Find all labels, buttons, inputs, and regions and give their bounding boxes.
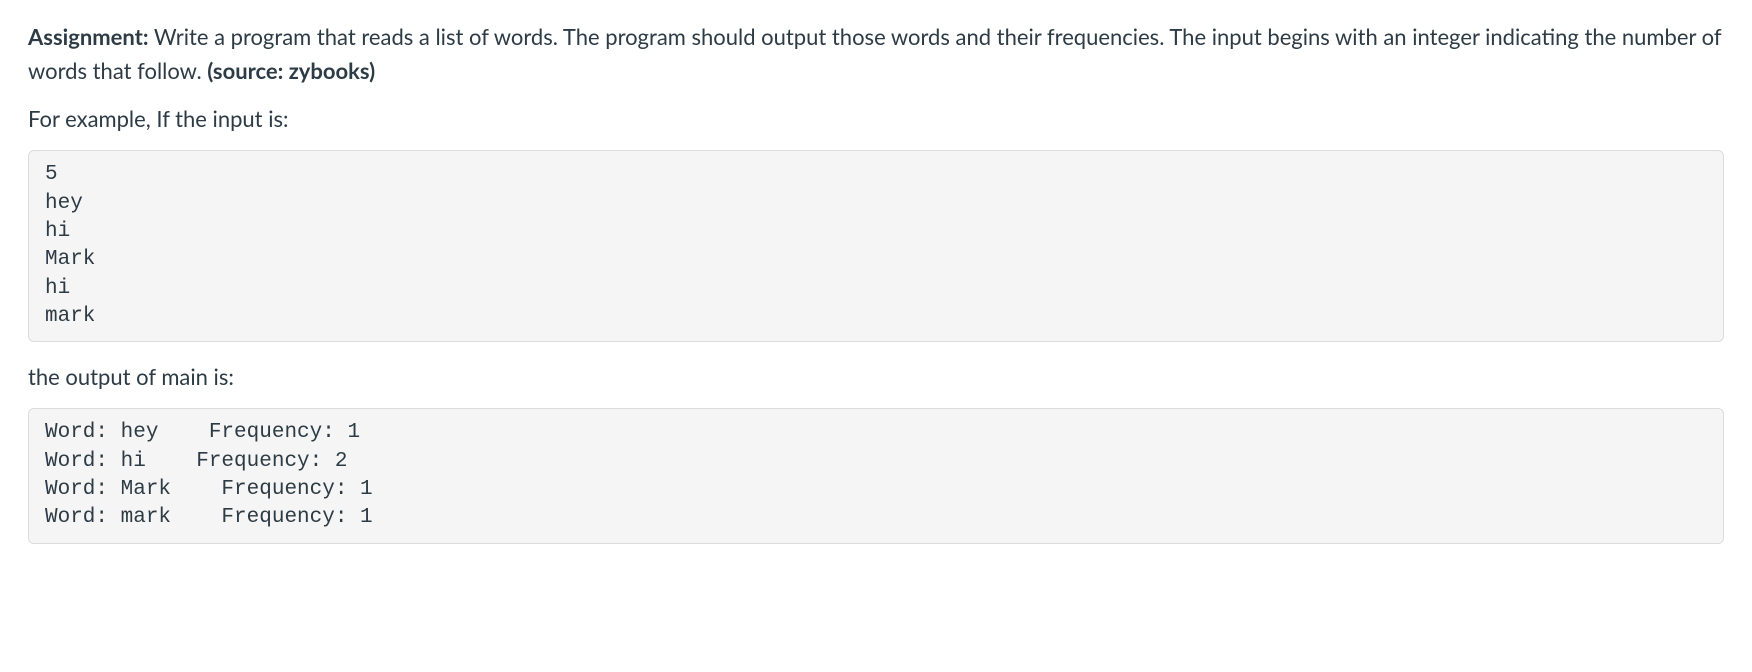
output-code-block: Word: hey Frequency: 1 Word: hi Frequenc… <box>28 408 1724 543</box>
assignment-paragraph: Assignment: Write a program that reads a… <box>28 20 1724 88</box>
example-intro: For example, If the input is: <box>28 102 1724 136</box>
source-label: (source: zybooks) <box>207 57 375 84</box>
output-intro: the output of main is: <box>28 360 1724 394</box>
assignment-label: Assignment: <box>28 23 149 50</box>
assignment-document: Assignment: Write a program that reads a… <box>0 0 1752 582</box>
input-code-block: 5 hey hi Mark hi mark <box>28 150 1724 342</box>
